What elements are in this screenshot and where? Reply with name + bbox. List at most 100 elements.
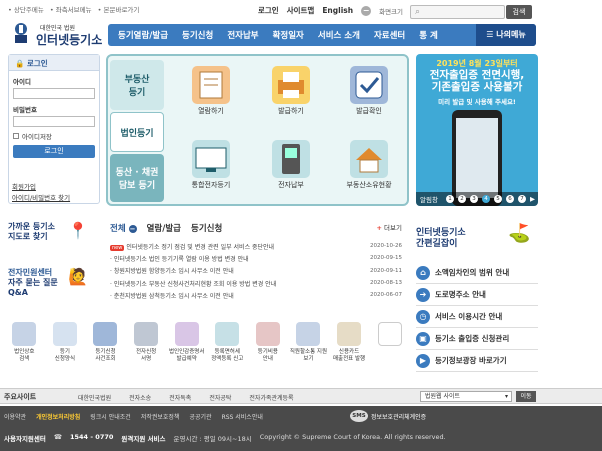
tile-integrated[interactable]: 통합전자등기	[174, 134, 248, 204]
site-logo[interactable]: 대한민국 법원 인터넷등기소	[8, 21, 108, 49]
util-links: 로그인 사이트맵 English − 화면크기 +	[258, 5, 422, 16]
guide-link[interactable]: ▶ 등기정보광장 바로가기	[416, 350, 538, 372]
notice-item[interactable]: · 인터넷등기소 부동산 신청사건처리현황 조회 이용 방법 변경 안내 2020…	[110, 277, 402, 289]
search-icon: ⌕	[415, 7, 421, 17]
footer-link[interactable]: 이용약관	[4, 412, 26, 421]
tile-issue[interactable]: 발급하기	[254, 60, 328, 130]
pager-dot-active[interactable]: 4	[481, 195, 490, 203]
pie-chart-icon	[255, 322, 280, 346]
nav-item[interactable]: 등기열람/발급	[108, 29, 175, 41]
signup-link[interactable]: 회원가입	[12, 182, 70, 193]
quick-icon-item[interactable]: 신용카드 매출전표 발행	[329, 322, 370, 374]
tile-view[interactable]: 열람하기	[174, 60, 248, 130]
skip-link[interactable]: • 본문바로가기	[98, 4, 140, 14]
password-label: 비밀번호	[13, 106, 37, 114]
e-civil-center-link[interactable]: 전자민원센터 자주 묻는 질문 Q&A 🙋	[8, 268, 100, 298]
nav-item[interactable]: 등기신청	[175, 29, 220, 41]
related-sites-bar: 주요사이트 대한민국법원 전자소송 전자독촉 전자공탁 전자가족관계등록 법원웹…	[0, 388, 602, 404]
pager-dot[interactable]: 7	[517, 195, 526, 203]
category-real-estate[interactable]: 부동산 등기	[110, 60, 164, 110]
skip-links: • 상단주메뉴 • 좌측서브메뉴 • 본문바로가기	[8, 4, 139, 14]
receipt-icon	[337, 322, 362, 346]
search-input[interactable]: ⌕	[410, 5, 505, 19]
guide-link[interactable]: ▣ 등기소 출입증 신청관리	[416, 328, 538, 350]
tile-ownership[interactable]: 부동산소유현황	[332, 134, 406, 204]
related-site-link[interactable]: 전자가족관계등록	[249, 393, 293, 402]
login-link[interactable]: 로그인	[258, 5, 279, 16]
category-movable[interactable]: 동산 · 채권 담보 등기	[110, 154, 164, 202]
promo-banner[interactable]: 2019년 8월 23일부터 전자출입증 전면시행, 기존출입증 사용불가 미리…	[416, 54, 538, 206]
remote-support-link[interactable]: 원격지원 서비스	[121, 433, 165, 443]
quick-icon-item[interactable]: 법인상호 검색	[4, 322, 45, 374]
quick-icon-item[interactable]: 등기 신청양식	[45, 322, 86, 374]
footer-link[interactable]: RSS 서비스안내	[222, 412, 263, 421]
quick-icon-item[interactable]: 등록면허세 정액등록 신고	[207, 322, 248, 374]
tile-verify[interactable]: 발급확인	[332, 60, 406, 130]
footer-link[interactable]: 공공기관	[189, 412, 211, 421]
related-site-link[interactable]: 대한민국법원	[78, 393, 111, 402]
pager-dot[interactable]: 1	[445, 195, 454, 203]
next-icon	[377, 322, 402, 346]
tab-view-issue[interactable]: 열람/발급	[147, 222, 181, 234]
isms-badge: SMS 정보보호관리체계인증	[350, 410, 426, 422]
sitemap-link[interactable]: 사이트맵	[287, 5, 315, 16]
find-account-link[interactable]: 아이디/비밀번호 찾기	[12, 193, 70, 204]
login-button[interactable]: 로그인	[13, 145, 95, 158]
nav-item[interactable]: 자료센터	[367, 29, 412, 41]
arrow-icon: ▶	[416, 353, 430, 368]
pager-dot[interactable]: 6	[505, 195, 514, 203]
tab-all[interactable]: 전체 −	[110, 222, 137, 234]
pager-dot[interactable]: 3	[469, 195, 478, 203]
footer-link[interactable]: 저작권보호정책	[141, 412, 180, 421]
quick-icon-item[interactable]: 법인인감증명서 발급예약	[166, 322, 207, 374]
tab-apply[interactable]: 등기신청	[191, 222, 222, 234]
help-person-icon: 🙋	[68, 267, 88, 286]
phone-icon: ☎	[53, 433, 62, 441]
my-menu-button[interactable]: ☰ 나의메뉴	[476, 24, 536, 46]
quick-service-panel: 부동산 등기 법인등기 동산 · 채권 담보 등기 열람하기 발급하기 발급확인…	[106, 54, 409, 206]
notice-item[interactable]: · 창원지방법원 함양등기소 임시 사무소 이전 안내 2020-09-11	[110, 265, 402, 277]
password-input[interactable]	[13, 116, 95, 127]
quick-icon-item[interactable]	[369, 322, 410, 374]
guide-link[interactable]: ➔ 도로명주소 안내	[416, 284, 538, 306]
zoom-out-icon[interactable]: −	[361, 5, 372, 16]
skip-link[interactable]: • 상단주메뉴	[8, 4, 44, 14]
more-link[interactable]: + 더보기	[377, 222, 402, 232]
related-site-link[interactable]: 전자독촉	[169, 393, 191, 402]
related-site-link[interactable]: 전자소송	[129, 393, 151, 402]
related-site-link[interactable]: 전자공탁	[209, 393, 231, 402]
quick-icon-item[interactable]: 전자신청 서명	[126, 322, 167, 374]
quick-icon-item[interactable]: 직원할소통 지원 보기	[288, 322, 329, 374]
quick-icon-item[interactable]: 등기비용 안내	[248, 322, 289, 374]
pager-dot[interactable]: 5	[493, 195, 502, 203]
notice-item[interactable]: · 춘천지방법원 삼척등기소 임시 사무소 이전 안내 2020-06-07	[110, 289, 402, 301]
court-site-select[interactable]: 법원웹 사이트 ▾	[420, 391, 512, 402]
id-input[interactable]	[13, 88, 95, 99]
english-link[interactable]: English	[322, 6, 353, 15]
signpost-icon: ⛳	[508, 223, 531, 244]
login-header: 🔒 로그인	[9, 55, 99, 71]
category-corporate[interactable]: 법인등기	[110, 112, 164, 152]
office-map-link[interactable]: 가까운 등기소 지도로 찾기 📍	[8, 222, 100, 242]
related-sites-title: 주요사이트	[4, 393, 37, 401]
nav-item[interactable]: 서비스 소개	[311, 29, 367, 41]
guide-link[interactable]: ⌂ 소액임차인의 범위 안내	[416, 262, 538, 284]
nav-item[interactable]: 전자납부	[220, 29, 265, 41]
nav-item[interactable]: 확정일자	[266, 29, 311, 41]
save-id-checkbox[interactable]: 아이디저장	[13, 131, 95, 141]
skip-link[interactable]: • 좌측서브메뉴	[50, 4, 92, 14]
banner-date: 2019년 8월 23일부터	[436, 59, 518, 68]
quick-icon-item[interactable]: 등기신청 사건조회	[85, 322, 126, 374]
pager-dot[interactable]: 2	[457, 195, 466, 203]
pager-next-icon[interactable]: ▶	[530, 195, 535, 203]
go-button[interactable]: 이동	[516, 391, 536, 402]
footer-link[interactable]: 링크시 안내조건	[90, 412, 131, 421]
privacy-policy-link[interactable]: 개인정보처리방침	[36, 412, 80, 421]
notice-item[interactable]: new 인터넷등기소 정기 점검 및 변경 관련 일부 서비스 중단안내 2020-…	[110, 240, 402, 252]
card-reader-icon	[272, 140, 310, 178]
notice-item[interactable]: · 인터넷등기소 법인 등기기록 열람 이용 방법 변경 안내 2020-09-1…	[110, 252, 402, 264]
guide-link[interactable]: ◷ 서비스 이용시간 안내	[416, 306, 538, 328]
tile-epay[interactable]: 전자납부	[254, 134, 328, 204]
search-button[interactable]: 검색	[506, 5, 532, 19]
nav-item[interactable]: 통 계	[412, 29, 445, 41]
